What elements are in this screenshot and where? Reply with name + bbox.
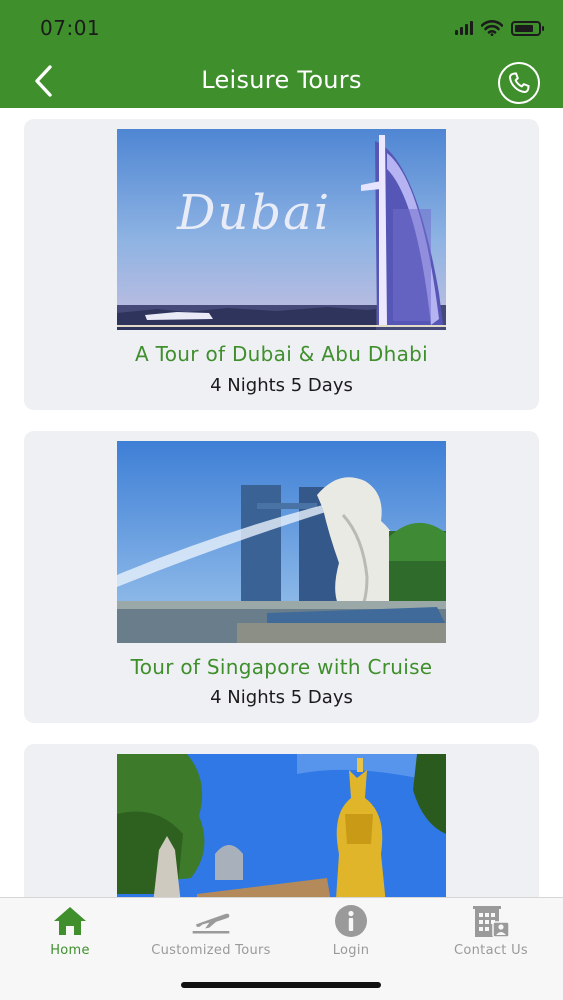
tour-duration: 4 Nights 5 Days bbox=[210, 375, 353, 396]
tour-duration: 4 Nights 5 Days bbox=[210, 687, 353, 708]
tab-customized-tours[interactable]: Customized Tours bbox=[141, 904, 281, 966]
airplane-takeoff-icon bbox=[191, 904, 231, 938]
tour-image-dubai: Dubai bbox=[117, 129, 446, 330]
status-bar: 07:01 bbox=[0, 0, 563, 55]
tab-label: Login bbox=[332, 943, 370, 958]
tour-image-temple bbox=[117, 754, 446, 897]
tour-card-singapore[interactable]: Tour of Singapore with Cruise 4 Nights 5… bbox=[24, 431, 539, 723]
tour-card-dubai[interactable]: Dubai A Tour of Dubai & Abu Dhabi 4 Nigh… bbox=[24, 119, 539, 410]
home-indicator bbox=[181, 982, 381, 988]
tab-label: Contact Us bbox=[454, 943, 528, 958]
tab-contact-us[interactable]: Contact Us bbox=[421, 904, 561, 966]
tab-home[interactable]: Home bbox=[0, 904, 140, 966]
status-icons bbox=[455, 19, 544, 37]
call-button[interactable] bbox=[498, 62, 540, 104]
tour-image-singapore bbox=[117, 441, 446, 643]
tour-title: A Tour of Dubai & Abu Dhabi bbox=[135, 342, 428, 366]
phone-icon bbox=[508, 72, 530, 94]
app-header: 07:01 Leisure Tours bbox=[0, 0, 563, 108]
tour-card-temple[interactable] bbox=[24, 744, 539, 897]
tour-list: Dubai A Tour of Dubai & Abu Dhabi 4 Nigh… bbox=[0, 108, 563, 897]
home-icon bbox=[50, 904, 90, 938]
wifi-icon bbox=[481, 20, 503, 36]
building-contact-icon bbox=[471, 904, 511, 938]
info-icon bbox=[331, 904, 371, 938]
image-caption: Dubai bbox=[177, 185, 332, 241]
page-title: Leisure Tours bbox=[201, 66, 362, 94]
battery-icon bbox=[511, 20, 544, 36]
tab-label: Customized Tours bbox=[151, 943, 271, 958]
status-time: 07:01 bbox=[40, 16, 101, 40]
chevron-left-icon bbox=[35, 65, 52, 97]
tour-title: Tour of Singapore with Cruise bbox=[130, 655, 433, 679]
tab-login[interactable]: Login bbox=[281, 904, 421, 966]
cellular-signal-icon bbox=[455, 21, 473, 35]
back-button[interactable] bbox=[22, 60, 64, 102]
tab-label: Home bbox=[50, 943, 90, 958]
